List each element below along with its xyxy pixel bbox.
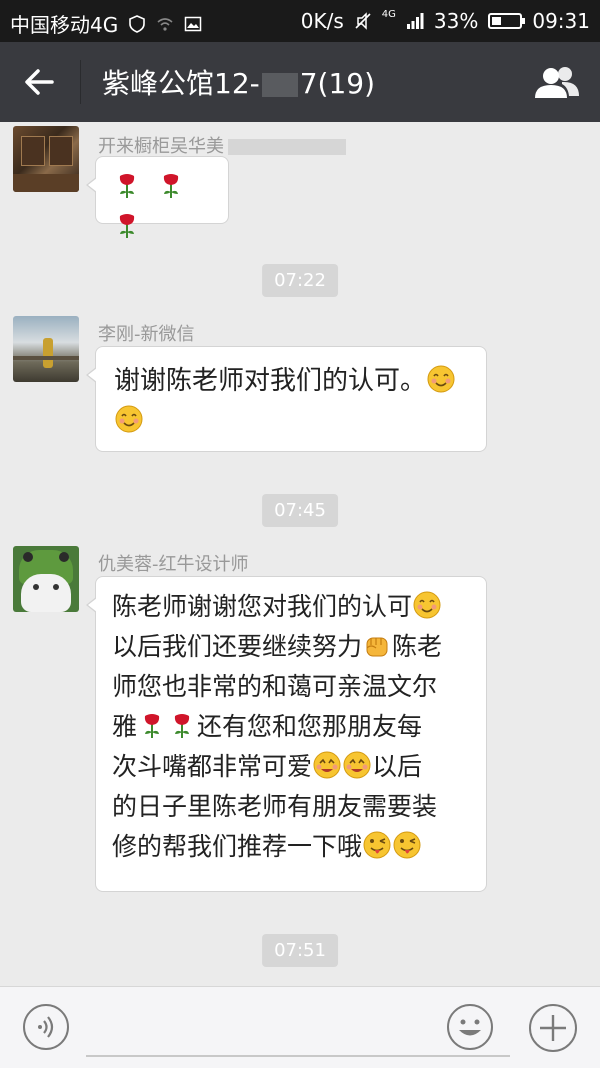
mute-icon bbox=[355, 12, 371, 30]
sender-name: 开来橱柜吴华美 bbox=[98, 132, 346, 158]
smile-emoji-icon bbox=[427, 365, 455, 393]
yum-emoji-icon bbox=[313, 751, 341, 779]
voice-input-icon[interactable] bbox=[22, 1003, 70, 1051]
battery-percent: 33% bbox=[433, 9, 479, 33]
clock: 09:31 bbox=[532, 9, 590, 33]
smile-emoji-icon bbox=[413, 591, 441, 619]
chat-header: 紫峰公馆12- 7(19) bbox=[0, 42, 600, 122]
sender-name: 李刚-新微信 bbox=[98, 324, 195, 345]
group-members-icon[interactable] bbox=[532, 62, 582, 102]
blurred-text bbox=[261, 73, 298, 97]
rose-icon bbox=[119, 174, 135, 198]
network-type: 4G bbox=[381, 8, 396, 20]
blurred-text bbox=[228, 139, 346, 155]
timestamp: 07:51 bbox=[262, 934, 338, 967]
battery-icon bbox=[488, 13, 526, 29]
rose-icon bbox=[164, 174, 179, 198]
avatar[interactable] bbox=[13, 126, 79, 192]
chat-title: 紫峰公馆12- 7(19) bbox=[102, 67, 376, 100]
image-icon bbox=[184, 16, 202, 31]
emoji-picker-icon[interactable] bbox=[446, 1003, 494, 1051]
timestamp: 07:45 bbox=[262, 494, 338, 527]
avatar[interactable] bbox=[13, 316, 79, 382]
input-bar bbox=[0, 986, 600, 1068]
carrier-label: 中国移动4G bbox=[10, 13, 119, 37]
signal-icon bbox=[406, 13, 424, 29]
message-bubble[interactable]: 谢谢陈老师对我们的认可。 bbox=[86, 346, 487, 452]
timestamp: 07:22 bbox=[262, 264, 338, 297]
tongue-emoji-icon bbox=[363, 831, 391, 859]
sender-name: 仇美蓉-红牛设计师 bbox=[98, 554, 249, 575]
network-speed: 0K/s bbox=[300, 9, 344, 33]
add-more-icon[interactable] bbox=[528, 1003, 578, 1053]
rose-icon bbox=[174, 714, 190, 738]
tongue-emoji-icon bbox=[393, 831, 421, 859]
shield-icon bbox=[129, 14, 146, 33]
message-list[interactable]: 开来橱柜吴华美 07:22 李刚-新微信 谢谢陈老师对我们的认可。 07:45 bbox=[0, 122, 600, 982]
wifi-icon bbox=[157, 17, 173, 31]
header-divider bbox=[80, 60, 81, 104]
rose-icon bbox=[144, 714, 160, 738]
smile-emoji-icon bbox=[115, 405, 143, 433]
fist-emoji-icon bbox=[366, 637, 388, 657]
message-bubble[interactable] bbox=[86, 156, 229, 238]
yum-emoji-icon bbox=[343, 751, 371, 779]
back-arrow-icon[interactable] bbox=[16, 62, 64, 102]
rose-icon bbox=[119, 214, 135, 238]
avatar[interactable] bbox=[13, 546, 79, 612]
message-bubble[interactable]: 陈老师谢谢您对我们的认可 以后我们还要继续努力 陈老 师您也非常的和蔼可亲温文尔 … bbox=[86, 576, 487, 892]
status-bar: 中国移动4G 0K/s 4G 33% 09:31 bbox=[0, 0, 600, 42]
